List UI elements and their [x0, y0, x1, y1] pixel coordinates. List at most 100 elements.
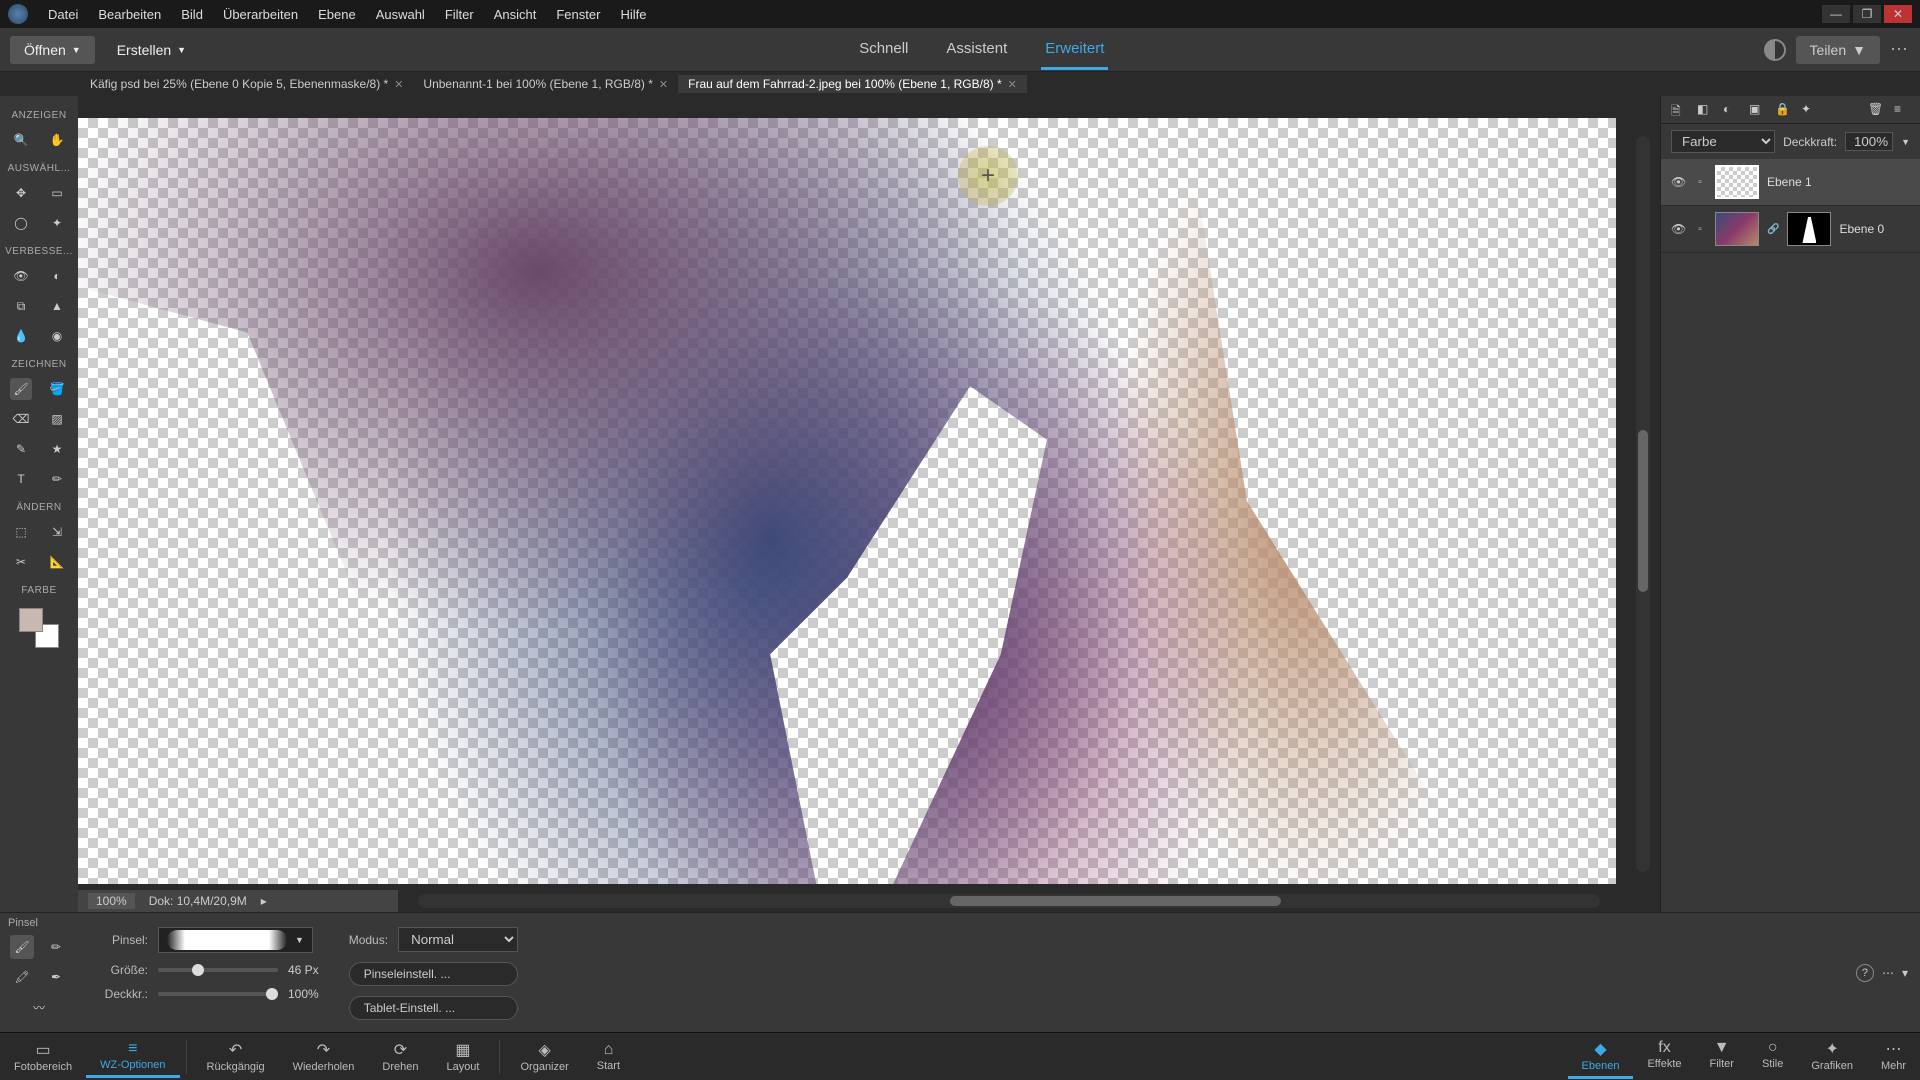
layer-name[interactable]: Ebene 0: [1839, 222, 1884, 236]
lasso-tool-icon[interactable]: ◯: [10, 212, 32, 234]
hand-tool-icon[interactable]: ✋: [46, 129, 68, 151]
pencil-tool-icon[interactable]: ✏: [46, 468, 68, 490]
bucket-tool-icon[interactable]: 🪣: [46, 378, 68, 400]
doc-tab-2[interactable]: Unbenannt-1 bei 100% (Ebene 1, RGB/8) *✕: [413, 75, 678, 93]
help-icon[interactable]: ?: [1856, 964, 1874, 982]
blend-mode-select[interactable]: Normal: [398, 927, 518, 952]
menu-fenster[interactable]: Fenster: [546, 3, 610, 26]
collapse-icon[interactable]: ▾: [1902, 966, 1908, 980]
brush-settings-button[interactable]: Pinseleinstell. ...: [349, 962, 518, 986]
doc-tab-3[interactable]: Frau auf dem Fahrrad-2.jpeg bei 100% (Eb…: [678, 75, 1027, 93]
minimize-button[interactable]: —: [1822, 5, 1850, 23]
taskbar-effekte[interactable]: fxEffekte: [1633, 1035, 1695, 1079]
tab-assistent[interactable]: Assistent: [942, 30, 1011, 70]
opacity-slider[interactable]: [158, 992, 278, 996]
picker-tool-icon[interactable]: ✎: [10, 438, 32, 460]
opacity-input[interactable]: [1845, 132, 1893, 151]
vertical-scrollbar[interactable]: [1636, 136, 1650, 872]
new-layer-icon[interactable]: 🗎: [1671, 102, 1687, 118]
adjustment-layer-icon[interactable]: ◐: [1723, 102, 1739, 118]
taskbar-stile[interactable]: ○Stile: [1748, 1035, 1797, 1079]
brush-variant-3-icon[interactable]: 🖍: [10, 965, 34, 989]
canvas[interactable]: [78, 118, 1616, 884]
taskbar-wz-optionen[interactable]: ≡WZ-Optionen: [86, 1036, 179, 1078]
link-icon[interactable]: 🔗: [1767, 224, 1779, 235]
shape-tool-icon[interactable]: ★: [46, 438, 68, 460]
eye-tool-icon[interactable]: 👁: [10, 265, 32, 287]
clone-tool-icon[interactable]: ⧉: [10, 295, 32, 317]
brush-preset-picker[interactable]: ▼: [158, 927, 313, 953]
menu-ansicht[interactable]: Ansicht: [484, 3, 547, 26]
move-tool-icon[interactable]: ✥: [10, 182, 32, 204]
blur-tool-icon[interactable]: 💧: [10, 325, 32, 347]
chevron-right-icon[interactable]: ▸: [261, 894, 267, 908]
share-button[interactable]: Teilen▼: [1796, 36, 1880, 64]
mask-icon[interactable]: ▣: [1749, 102, 1765, 118]
taskbar-undo[interactable]: ↶Rückgängig: [193, 1036, 279, 1077]
brush-variant-4-icon[interactable]: ✒: [44, 965, 68, 989]
brush-variant-1-icon[interactable]: 🖌: [10, 935, 34, 959]
menu-ebene[interactable]: Ebene: [308, 3, 366, 26]
taskbar-grafiken[interactable]: ✦Grafiken: [1797, 1035, 1867, 1079]
taskbar-ebenen[interactable]: ◆Ebenen: [1568, 1035, 1634, 1079]
doc-tab-1[interactable]: Käfig psd bei 25% (Ebene 0 Kopie 5, Eben…: [80, 75, 413, 93]
layer-thumbnail[interactable]: [1715, 212, 1759, 246]
tab-schnell[interactable]: Schnell: [855, 30, 912, 70]
crop-tool-icon[interactable]: ⬚: [10, 521, 32, 543]
maximize-button[interactable]: ❐: [1853, 5, 1881, 23]
tablet-settings-button[interactable]: Tablet-Einstell. ...: [349, 996, 518, 1020]
blend-mode-select[interactable]: Farbe: [1671, 130, 1775, 153]
eraser-tool-icon[interactable]: ⌫: [10, 408, 32, 430]
taskbar-start[interactable]: ⌂Start: [583, 1037, 634, 1076]
wand-tool-icon[interactable]: ✦: [46, 212, 68, 234]
brush-variant-5-icon[interactable]: 〰: [27, 995, 51, 1019]
close-tab-icon[interactable]: ✕: [394, 78, 403, 91]
scrollbar-thumb[interactable]: [1638, 430, 1648, 592]
color-swatch[interactable]: [19, 608, 59, 648]
recompose-tool-icon[interactable]: ⇲: [46, 521, 68, 543]
scrollbar-thumb[interactable]: [950, 896, 1281, 906]
taskbar-mehr[interactable]: ⋯Mehr: [1867, 1035, 1920, 1079]
close-tab-icon[interactable]: ✕: [1008, 78, 1017, 91]
create-button[interactable]: Erstellen▼: [103, 36, 200, 64]
tab-erweitert[interactable]: Erweitert: [1041, 30, 1108, 70]
visibility-toggle-icon[interactable]: 👁: [1671, 175, 1685, 189]
taskbar-layout[interactable]: ▦Layout: [432, 1036, 493, 1077]
size-slider[interactable]: [158, 968, 278, 972]
panel-menu-icon[interactable]: ≡: [1894, 102, 1910, 118]
sponge-tool-icon[interactable]: ◉: [46, 325, 68, 347]
menu-bild[interactable]: Bild: [171, 3, 213, 26]
more-options-icon[interactable]: ⋯: [1882, 966, 1894, 980]
menu-datei[interactable]: Datei: [38, 3, 88, 26]
taskbar-fotobereich[interactable]: ▭Fotobereich: [0, 1036, 86, 1077]
visibility-toggle-icon[interactable]: 👁: [1671, 222, 1685, 236]
brush-variant-2-icon[interactable]: ✏: [44, 935, 68, 959]
gradient-tool-icon[interactable]: ▨: [46, 408, 68, 430]
close-button[interactable]: ✕: [1884, 5, 1912, 23]
menu-filter[interactable]: Filter: [435, 3, 484, 26]
taskbar-organizer[interactable]: ◈Organizer: [506, 1036, 582, 1077]
zoom-tool-icon[interactable]: 🔍: [10, 129, 32, 151]
spot-tool-icon[interactable]: ◐: [46, 265, 68, 287]
taskbar-redo[interactable]: ↷Wiederholen: [279, 1036, 369, 1077]
chevron-down-icon[interactable]: ▼: [1901, 137, 1910, 147]
horizontal-scrollbar[interactable]: [418, 894, 1600, 908]
layer-group-icon[interactable]: ◧: [1697, 102, 1713, 118]
close-tab-icon[interactable]: ✕: [659, 78, 668, 91]
layer-mask-thumbnail[interactable]: [1787, 212, 1831, 246]
delete-layer-icon[interactable]: 🗑: [1868, 102, 1884, 118]
layer-name[interactable]: Ebene 1: [1767, 175, 1812, 189]
stamp-tool-icon[interactable]: ▲: [46, 295, 68, 317]
text-tool-icon[interactable]: T: [10, 468, 32, 490]
open-button[interactable]: Öffnen▼: [10, 36, 95, 64]
brush-tool-icon[interactable]: 🖌: [10, 378, 32, 400]
foreground-color[interactable]: [19, 608, 43, 632]
menu-bearbeiten[interactable]: Bearbeiten: [88, 3, 171, 26]
menu-auswahl[interactable]: Auswahl: [366, 3, 435, 26]
taskbar-rotate[interactable]: ⟳Drehen: [368, 1036, 432, 1077]
zoom-level[interactable]: 100%: [88, 893, 135, 909]
taskbar-filter[interactable]: ▼Filter: [1696, 1035, 1748, 1079]
layer-thumbnail[interactable]: [1715, 165, 1759, 199]
menu-hilfe[interactable]: Hilfe: [610, 3, 656, 26]
marquee-tool-icon[interactable]: ▭: [46, 182, 68, 204]
